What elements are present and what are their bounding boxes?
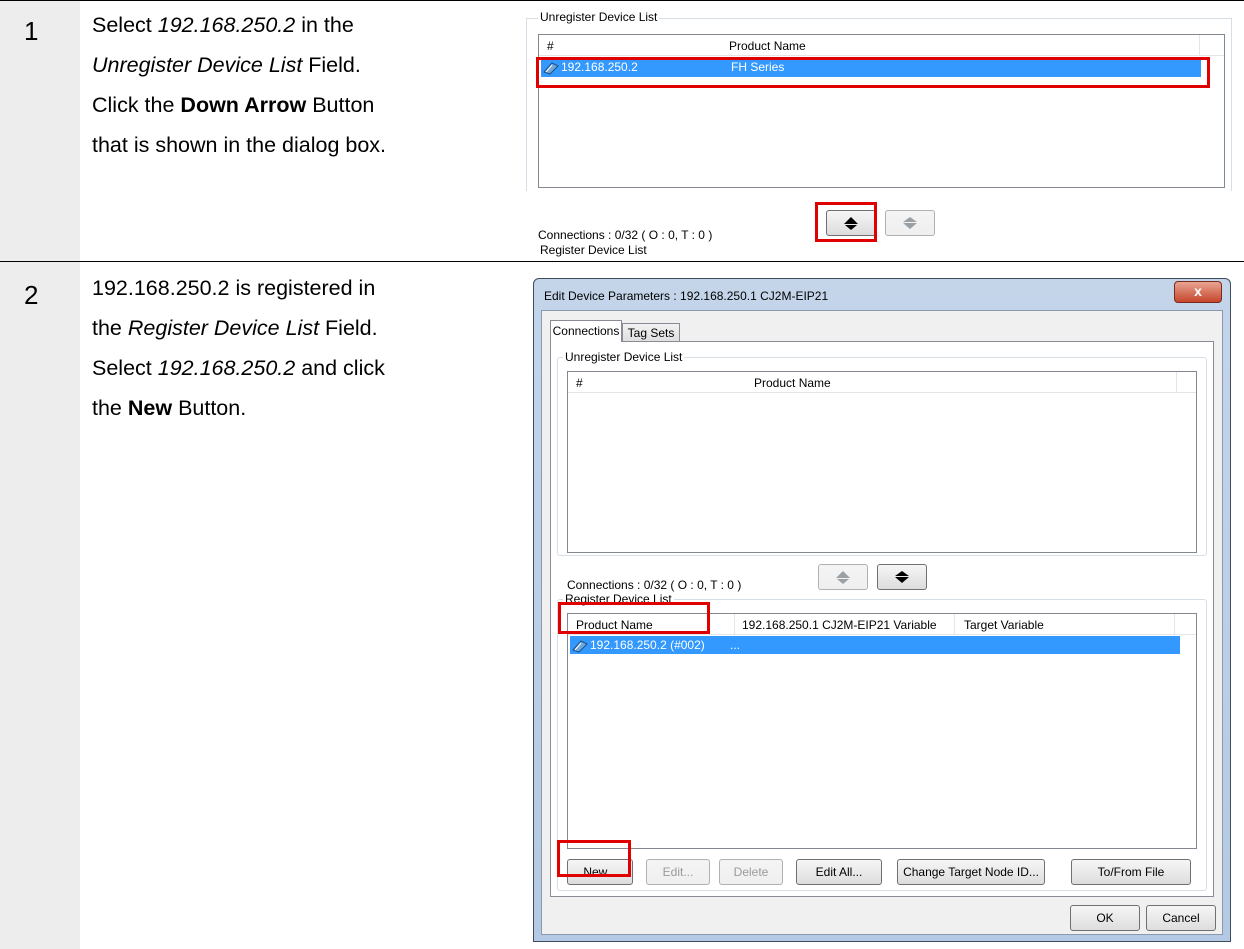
step-2-column xyxy=(0,262,80,949)
step-2-text: the xyxy=(92,396,128,420)
unregister-device-list-label: Unregister Device List xyxy=(538,10,660,24)
tab-connections-label: Connections xyxy=(552,324,620,338)
column-divider xyxy=(734,614,735,634)
column-divider xyxy=(1176,372,1177,392)
step-1-text: Click the xyxy=(92,93,181,117)
column-header-product-name[interactable]: Product Name xyxy=(754,376,831,390)
column-header-hash[interactable]: # xyxy=(547,39,554,53)
step-2-text: Button. xyxy=(172,396,247,420)
step-2-instructions: 192.168.250.2 is registered in the Regis… xyxy=(92,268,512,428)
step-2-number: 2 xyxy=(24,280,39,310)
registered-device-name: 192.168.250.2 (#002) xyxy=(590,638,705,652)
step-2-field: Register Device List xyxy=(127,316,320,340)
row-separator xyxy=(0,261,1244,262)
edit-all-button[interactable]: Edit All... xyxy=(796,859,882,885)
step-1-button-name: Down Arrow xyxy=(180,93,307,117)
column-divider xyxy=(1199,35,1200,55)
to-from-file-button[interactable]: To/From File xyxy=(1071,859,1191,885)
step-2-text: Field. xyxy=(319,316,378,340)
registered-device-row[interactable]: 192.168.250.2 (#002) ... xyxy=(570,636,1180,654)
column-header-product-name[interactable]: Product Name xyxy=(729,39,806,53)
change-target-node-id-button[interactable]: Change Target Node ID... xyxy=(897,859,1045,885)
column-header-target-variable[interactable]: Target Variable xyxy=(964,618,1044,632)
unregister-device-list-label: Unregister Device List xyxy=(563,350,685,364)
step-1-text: that is shown in the dialog box. xyxy=(92,133,387,157)
step-1-field: Unregister Device List xyxy=(92,53,303,77)
delete-button[interactable]: Delete xyxy=(719,859,783,885)
registered-device-more: ... xyxy=(730,638,741,652)
up-arrow-button[interactable] xyxy=(877,564,927,590)
highlight-selected-row xyxy=(536,57,1210,88)
dialog-title: Edit Device Parameters : 192.168.250.1 C… xyxy=(544,289,829,303)
list-header xyxy=(539,35,1224,56)
close-icon: x xyxy=(1194,283,1202,299)
column-divider xyxy=(954,614,955,634)
step-1-text: Select xyxy=(92,13,158,37)
step-2-text: the xyxy=(92,316,128,340)
close-button[interactable]: x xyxy=(1174,281,1222,303)
down-arrow-button[interactable] xyxy=(818,564,868,590)
step-1-text: Button xyxy=(306,93,375,117)
up-arrow-icon xyxy=(895,571,909,583)
highlight-down-arrow xyxy=(815,202,877,242)
up-arrow-icon xyxy=(903,217,917,229)
unregister-device-list[interactable]: # Product Name xyxy=(567,371,1197,553)
up-arrow-button[interactable] xyxy=(885,210,935,236)
column-header-source-variable[interactable]: 192.168.250.1 CJ2M-EIP21 Variable xyxy=(742,618,937,632)
step-2-text: 192.168.250.2 is registered in xyxy=(92,276,376,300)
step-1-text: in the xyxy=(295,13,354,37)
register-device-list[interactable]: Product Name 192.168.250.1 CJ2M-EIP21 Va… xyxy=(567,613,1197,849)
step-1-instructions: Select 192.168.250.2 in the Unregister D… xyxy=(92,5,512,165)
highlight-registered-row xyxy=(558,602,710,634)
connections-count: Connections : 0/32 ( O : 0, T : 0 ) xyxy=(538,228,713,242)
step-1-number: 1 xyxy=(24,16,39,46)
step-2-text: and click xyxy=(295,356,385,380)
tab-tag-sets[interactable]: Tag Sets xyxy=(622,323,680,342)
step-1-ip: 192.168.250.2 xyxy=(157,13,296,37)
down-arrow-icon xyxy=(836,571,850,584)
step-2-ip: 192.168.250.2 xyxy=(157,356,296,380)
list-header xyxy=(568,372,1196,393)
highlight-new-button xyxy=(557,840,631,877)
top-rule xyxy=(0,0,1244,1)
step-2-text: Select xyxy=(92,356,158,380)
step-1-column xyxy=(0,1,80,261)
ok-button[interactable]: OK xyxy=(1070,905,1140,931)
step-1-text: Field. xyxy=(302,53,361,77)
edit-button[interactable]: Edit... xyxy=(646,859,710,885)
column-divider xyxy=(1174,614,1175,634)
cancel-button[interactable]: Cancel xyxy=(1146,905,1216,931)
column-header-hash[interactable]: # xyxy=(576,376,583,390)
tab-connections[interactable]: Connections xyxy=(550,320,622,342)
connections-count: Connections : 0/32 ( O : 0, T : 0 ) xyxy=(567,578,742,592)
tab-tag-sets-label: Tag Sets xyxy=(627,326,675,340)
register-device-list-label: Register Device List xyxy=(538,243,649,257)
device-icon xyxy=(572,638,588,653)
step-2-button-name: New xyxy=(127,396,173,420)
